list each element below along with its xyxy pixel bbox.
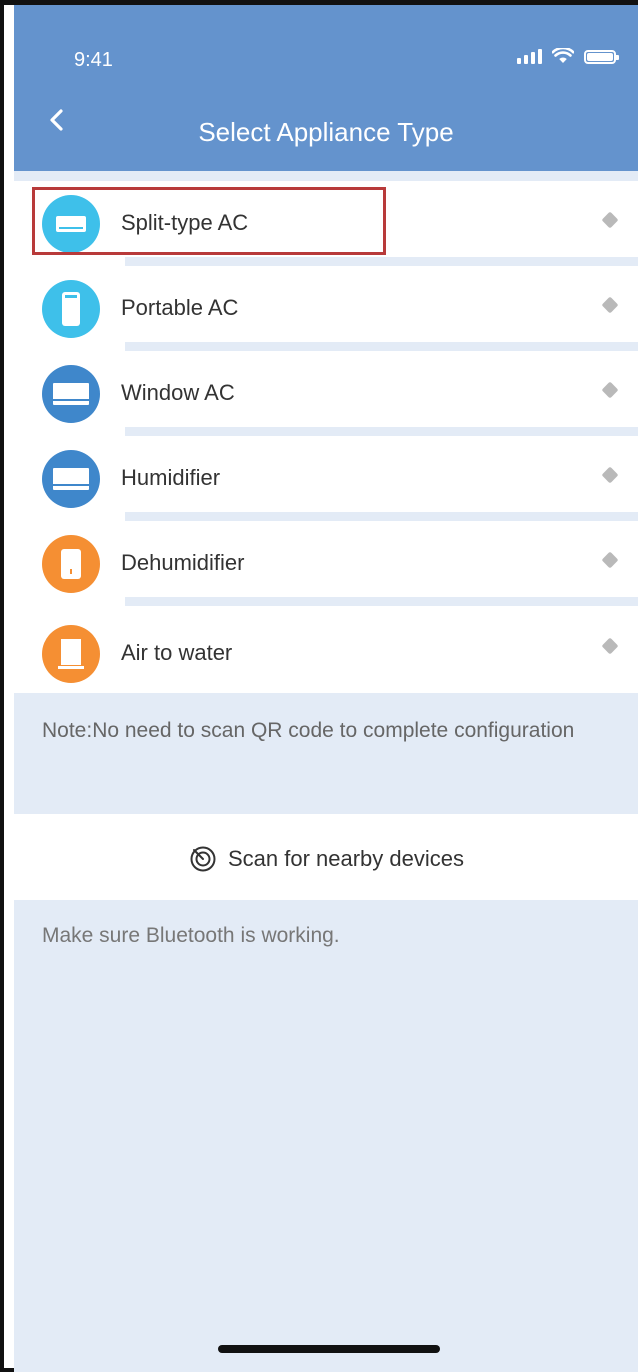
- appliance-row-window-ac[interactable]: Window AC: [14, 351, 638, 436]
- chevron-right-icon: [601, 296, 619, 314]
- scan-button-content: Scan for nearby devices: [14, 844, 638, 874]
- status-time: 9:41: [74, 49, 113, 71]
- row-divider: [125, 597, 638, 606]
- status-icons: [517, 48, 619, 64]
- header-bar: 9:41 Select Appliance Type: [14, 5, 638, 171]
- qr-note-text: Note:No need to scan QR code to complete…: [42, 719, 575, 742]
- page-title: Select Appliance Type: [198, 117, 454, 147]
- window-ac-icon: [42, 365, 100, 423]
- battery-icon: [584, 50, 619, 64]
- appliance-label: Humidifier: [121, 465, 221, 490]
- list-top-gap: [14, 171, 638, 181]
- chevron-right-icon: [601, 551, 619, 569]
- appliance-row-humidifier[interactable]: Humidifier: [14, 436, 638, 521]
- air-to-water-icon: [42, 625, 100, 683]
- humidifier-icon: [42, 450, 100, 508]
- home-indicator[interactable]: [218, 1345, 440, 1353]
- appliance-row-air-to-water[interactable]: Air to water: [14, 606, 638, 699]
- row-divider: [125, 427, 638, 436]
- scan-button-label: Scan for nearby devices: [227, 846, 465, 871]
- dehumidifier-icon: [42, 535, 100, 593]
- appliance-label: Window AC: [121, 380, 235, 405]
- row-divider: [125, 512, 638, 521]
- appliance-list: Split-type AC Portable AC Window AC Humi…: [14, 181, 638, 699]
- appliance-label: Portable AC: [121, 295, 239, 320]
- selection-highlight-box: [32, 187, 386, 255]
- bottom-area: Make sure Bluetooth is working.: [14, 900, 638, 1372]
- scan-radar-icon: [190, 846, 216, 872]
- appliance-label: Air to water: [121, 640, 233, 665]
- appliance-row-split-ac[interactable]: Split-type AC: [14, 181, 638, 266]
- row-divider: [125, 342, 638, 351]
- appliance-row-dehumidifier[interactable]: Dehumidifier: [14, 521, 638, 606]
- chevron-right-icon: [601, 637, 619, 655]
- portable-ac-icon: [42, 280, 100, 338]
- wifi-icon: [552, 48, 574, 63]
- chevron-right-icon: [601, 466, 619, 484]
- chevron-right-icon: [601, 381, 619, 399]
- bluetooth-hint: Make sure Bluetooth is working.: [42, 924, 340, 947]
- qr-note-section: Note:No need to scan QR code to complete…: [14, 693, 638, 814]
- appliance-row-portable-ac[interactable]: Portable AC: [14, 266, 638, 351]
- appliance-label: Dehumidifier: [121, 550, 245, 575]
- row-divider: [125, 257, 638, 266]
- scan-nearby-button[interactable]: Scan for nearby devices: [14, 814, 638, 900]
- chevron-right-icon: [601, 211, 619, 229]
- cellular-signal-icon: [517, 48, 542, 64]
